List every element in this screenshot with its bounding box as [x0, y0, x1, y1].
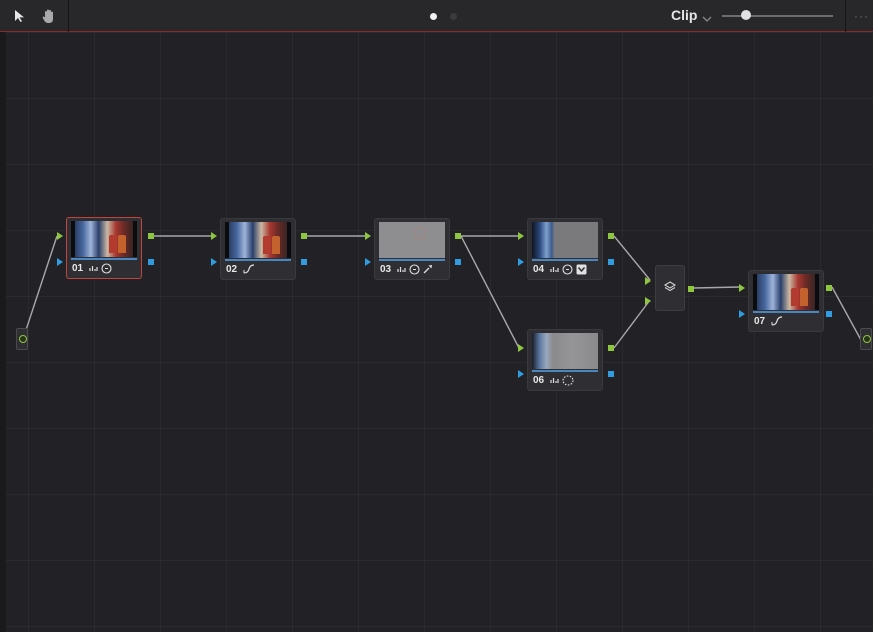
source-port-icon[interactable]	[19, 335, 27, 343]
node-03-key-input-icon[interactable]	[365, 258, 371, 266]
node-tool-icons	[771, 315, 783, 327]
node-04-rgb-input-icon[interactable]	[518, 232, 524, 240]
curve-icon	[771, 316, 783, 326]
mixer-input-1-icon[interactable]	[645, 277, 651, 285]
node-01[interactable]: 01	[66, 217, 142, 279]
node-07-rgb-input-icon[interactable]	[739, 284, 745, 292]
mixer-output[interactable]	[688, 286, 694, 292]
node-underline	[532, 259, 598, 261]
node-tool-icons	[550, 374, 574, 386]
node-02-key-input-icon[interactable]	[211, 258, 217, 266]
node-number: 06	[533, 375, 545, 386]
source-input-node[interactable]	[16, 328, 28, 350]
node-underline	[532, 370, 598, 372]
key-icon	[576, 264, 587, 274]
node-tool-icons	[243, 263, 255, 275]
node-07-rgb-output[interactable]	[826, 285, 832, 291]
node-tool-icons	[89, 262, 112, 274]
connection-06-mixer	[613, 299, 651, 349]
node-06-rgb-output[interactable]	[608, 345, 614, 351]
circle-window-icon	[409, 263, 420, 275]
connection-source-01	[23, 235, 58, 337]
node-01-key-input-icon[interactable]	[57, 258, 63, 266]
color-node-editor: Clip ··· 01 02 03 04 06 07	[0, 0, 873, 632]
node-06-rgb-input-icon[interactable]	[518, 344, 524, 352]
node-number: 07	[754, 316, 766, 327]
picker-icon	[423, 265, 432, 274]
node-01-key-output[interactable]	[148, 259, 154, 265]
circle-window-icon	[562, 263, 573, 275]
node-07-key-output[interactable]	[826, 311, 832, 317]
node-02[interactable]: 02	[220, 218, 296, 280]
node-number: 01	[72, 263, 84, 274]
node-01-rgb-output[interactable]	[148, 233, 154, 239]
mixer-input-2-icon[interactable]	[645, 297, 651, 305]
node-thumbnail	[532, 222, 598, 258]
scopes-icon	[89, 266, 98, 271]
node-02-key-output[interactable]	[301, 259, 307, 265]
dotted-circle-icon	[562, 374, 574, 386]
scopes-icon	[397, 267, 406, 272]
curve-icon	[243, 264, 255, 274]
node-07[interactable]: 07	[748, 270, 824, 332]
node-04-key-input-icon[interactable]	[518, 258, 524, 266]
node-underline	[225, 259, 291, 261]
node-03-rgb-input-icon[interactable]	[365, 232, 371, 240]
node-number: 02	[226, 264, 238, 275]
output-node[interactable]	[860, 328, 872, 350]
output-port-icon[interactable]	[863, 335, 871, 343]
node-thumbnail	[71, 221, 137, 257]
node-underline	[379, 259, 445, 261]
node-04-key-output[interactable]	[608, 259, 614, 265]
node-underline	[71, 258, 137, 260]
circle-window-icon	[101, 262, 112, 274]
node-03[interactable]: 03	[374, 218, 450, 280]
node-underline	[753, 311, 819, 313]
connection-07-output	[831, 286, 862, 341]
node-number: 03	[380, 264, 392, 275]
node-06[interactable]: 06	[527, 329, 603, 391]
connection-03-06	[460, 235, 520, 349]
scopes-icon	[550, 267, 559, 272]
node-04-rgb-output[interactable]	[608, 233, 614, 239]
node-01-rgb-input-icon[interactable]	[57, 232, 63, 240]
node-tool-icons	[550, 263, 587, 275]
node-06-key-output[interactable]	[608, 371, 614, 377]
node-thumbnail	[532, 333, 598, 369]
layer-mixer-icon	[663, 281, 677, 292]
layer-mixer-node[interactable]	[655, 265, 685, 311]
node-02-rgb-output[interactable]	[301, 233, 307, 239]
scopes-icon	[550, 378, 559, 383]
node-thumbnail	[225, 222, 291, 258]
node-02-rgb-input-icon[interactable]	[211, 232, 217, 240]
node-04[interactable]: 04	[527, 218, 603, 280]
node-03-rgb-output[interactable]	[455, 233, 461, 239]
connection-mixer-07	[693, 286, 741, 289]
node-03-key-output[interactable]	[455, 259, 461, 265]
node-number: 04	[533, 264, 545, 275]
node-tool-icons	[397, 263, 433, 275]
node-thumbnail	[379, 222, 445, 258]
node-06-key-input-icon[interactable]	[518, 370, 524, 378]
connection-04-mixer	[613, 235, 651, 281]
node-thumbnail	[753, 274, 819, 310]
node-07-key-input-icon[interactable]	[739, 310, 745, 318]
